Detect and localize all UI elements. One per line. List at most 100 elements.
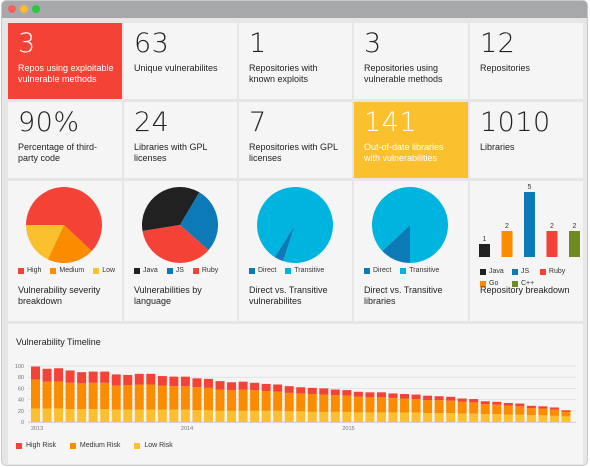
timeline-bar-low-risk[interactable] bbox=[296, 411, 306, 422]
timeline-bar-high-risk[interactable] bbox=[203, 378, 213, 388]
timeline-bar-high-risk[interactable] bbox=[400, 394, 410, 399]
timeline-bar-medium-risk[interactable] bbox=[250, 390, 260, 411]
timeline-bar-low-risk[interactable] bbox=[561, 416, 571, 422]
maximize-window-button[interactable] bbox=[32, 5, 40, 13]
timeline-bar-low-risk[interactable] bbox=[446, 413, 456, 422]
timeline-bar-low-risk[interactable] bbox=[423, 413, 433, 422]
pie-slice-transitive[interactable] bbox=[257, 187, 333, 263]
chart-tile-direct-vulnerabilities[interactable]: Direct Transitive Direct vs. Transitive … bbox=[239, 181, 352, 321]
timeline-bar-medium-risk[interactable] bbox=[227, 390, 237, 411]
timeline-bar-high-risk[interactable] bbox=[411, 394, 421, 400]
timeline-bar-medium-risk[interactable] bbox=[77, 383, 87, 410]
timeline-bar-low-risk[interactable] bbox=[480, 414, 490, 422]
timeline-bar-high-risk[interactable] bbox=[134, 373, 144, 385]
timeline-bar-medium-risk[interactable] bbox=[180, 386, 190, 410]
timeline-bar-medium-risk[interactable] bbox=[469, 402, 479, 414]
timeline-bar-high-risk[interactable] bbox=[365, 392, 375, 398]
timeline-bar-high-risk[interactable] bbox=[503, 402, 513, 406]
timeline-bar-low-risk[interactable] bbox=[388, 412, 398, 422]
timeline-bar-high-risk[interactable] bbox=[215, 381, 225, 390]
timeline-bar-low-risk[interactable] bbox=[215, 410, 225, 422]
timeline-bar-low-risk[interactable] bbox=[227, 410, 237, 422]
vulnerability-timeline-panel[interactable]: Vulnerability Timeline 0 20 40 60 80 100 2013 2… bbox=[8, 324, 583, 464]
timeline-bar-high-risk[interactable] bbox=[526, 405, 536, 408]
timeline-bar-medium-risk[interactable] bbox=[111, 385, 121, 410]
timeline-bar-medium-risk[interactable] bbox=[203, 387, 213, 411]
timeline-bar-medium-risk[interactable] bbox=[400, 398, 410, 413]
timeline-bar-low-risk[interactable] bbox=[261, 410, 271, 422]
timeline-bar-high-risk[interactable] bbox=[238, 381, 248, 390]
bar-js[interactable] bbox=[524, 192, 535, 257]
timeline-bar-low-risk[interactable] bbox=[284, 411, 294, 422]
timeline-bar-low-risk[interactable] bbox=[77, 409, 87, 422]
bar-ruby[interactable] bbox=[546, 231, 558, 257]
stat-tile-gpl-repositories[interactable]: 7 Repositories with GPL licenses bbox=[239, 102, 352, 178]
timeline-bar-medium-risk[interactable] bbox=[353, 396, 363, 413]
timeline-bar-medium-risk[interactable] bbox=[423, 400, 433, 414]
timeline-bar-high-risk[interactable] bbox=[54, 368, 64, 382]
timeline-bar-low-risk[interactable] bbox=[111, 409, 121, 422]
timeline-bar-low-risk[interactable] bbox=[192, 410, 202, 422]
timeline-bar-low-risk[interactable] bbox=[457, 413, 467, 422]
timeline-bar-medium-risk[interactable] bbox=[388, 397, 398, 413]
timeline-bar-low-risk[interactable] bbox=[319, 411, 329, 422]
timeline-bar-low-risk[interactable] bbox=[411, 412, 421, 422]
timeline-bar-high-risk[interactable] bbox=[469, 399, 479, 403]
timeline-bar-low-risk[interactable] bbox=[146, 409, 156, 422]
timeline-bar-medium-risk[interactable] bbox=[480, 404, 490, 415]
timeline-bar-medium-risk[interactable] bbox=[549, 409, 559, 416]
timeline-bar-medium-risk[interactable] bbox=[446, 400, 456, 414]
timeline-bar-high-risk[interactable] bbox=[65, 370, 75, 383]
stat-tile-exploitable-repos[interactable]: 3 Repos using exploitable vulnerable met… bbox=[8, 23, 122, 99]
timeline-bar-low-risk[interactable] bbox=[434, 413, 444, 422]
timeline-bar-medium-risk[interactable] bbox=[238, 389, 248, 411]
timeline-bar-high-risk[interactable] bbox=[342, 390, 352, 396]
timeline-bar-medium-risk[interactable] bbox=[157, 385, 167, 410]
timeline-bar-high-risk[interactable] bbox=[123, 374, 133, 386]
timeline-bar-low-risk[interactable] bbox=[54, 408, 64, 422]
timeline-bar-high-risk[interactable] bbox=[330, 389, 340, 396]
timeline-bar-high-risk[interactable] bbox=[227, 382, 237, 391]
timeline-bar-medium-risk[interactable] bbox=[88, 382, 98, 410]
timeline-bar-low-risk[interactable] bbox=[65, 409, 75, 422]
timeline-bar-low-risk[interactable] bbox=[538, 415, 548, 422]
timeline-bar-medium-risk[interactable] bbox=[284, 392, 294, 412]
timeline-bar-medium-risk[interactable] bbox=[330, 395, 340, 412]
timeline-bar-high-risk[interactable] bbox=[388, 393, 398, 398]
timeline-bar-high-risk[interactable] bbox=[434, 396, 444, 401]
stat-tile-libraries[interactable]: 1010 Libraries bbox=[470, 102, 583, 178]
timeline-bar-high-risk[interactable] bbox=[296, 387, 306, 394]
timeline-bar-medium-risk[interactable] bbox=[492, 404, 502, 415]
timeline-bar-high-risk[interactable] bbox=[169, 376, 179, 387]
timeline-bar-low-risk[interactable] bbox=[353, 412, 363, 422]
timeline-bar-medium-risk[interactable] bbox=[307, 394, 317, 412]
timeline-bar-high-risk[interactable] bbox=[42, 368, 52, 382]
timeline-bar-high-risk[interactable] bbox=[307, 387, 317, 394]
timeline-bar-medium-risk[interactable] bbox=[169, 386, 179, 410]
timeline-bar-medium-risk[interactable] bbox=[100, 382, 110, 410]
timeline-bar-medium-risk[interactable] bbox=[65, 382, 75, 410]
timeline-bar-high-risk[interactable] bbox=[180, 376, 190, 387]
timeline-bar-high-risk[interactable] bbox=[515, 403, 525, 407]
timeline-bar-medium-risk[interactable] bbox=[376, 397, 386, 413]
timeline-bar-medium-risk[interactable] bbox=[134, 384, 144, 410]
timeline-bar-high-risk[interactable] bbox=[111, 374, 121, 386]
bar-cp+[interactable] bbox=[569, 231, 580, 257]
timeline-bar-low-risk[interactable] bbox=[203, 410, 213, 422]
timeline-bar-high-risk[interactable] bbox=[561, 410, 571, 412]
timeline-bar-medium-risk[interactable] bbox=[538, 408, 548, 416]
timeline-bar-medium-risk[interactable] bbox=[503, 405, 513, 415]
timeline-bar-medium-risk[interactable] bbox=[42, 381, 52, 409]
stat-tile-repositories[interactable]: 12 Repositories bbox=[470, 23, 583, 99]
timeline-bar-medium-risk[interactable] bbox=[319, 394, 329, 412]
timeline-bar-low-risk[interactable] bbox=[250, 410, 260, 422]
timeline-bar-medium-risk[interactable] bbox=[515, 406, 525, 415]
timeline-bar-low-risk[interactable] bbox=[503, 414, 513, 422]
timeline-bar-low-risk[interactable] bbox=[180, 409, 190, 422]
timeline-bar-low-risk[interactable] bbox=[515, 414, 525, 422]
timeline-bar-medium-risk[interactable] bbox=[31, 379, 40, 409]
timeline-bar-high-risk[interactable] bbox=[319, 388, 329, 395]
timeline-bar-high-risk[interactable] bbox=[480, 401, 490, 405]
timeline-bar-high-risk[interactable] bbox=[284, 386, 294, 393]
timeline-bar-medium-risk[interactable] bbox=[296, 393, 306, 412]
